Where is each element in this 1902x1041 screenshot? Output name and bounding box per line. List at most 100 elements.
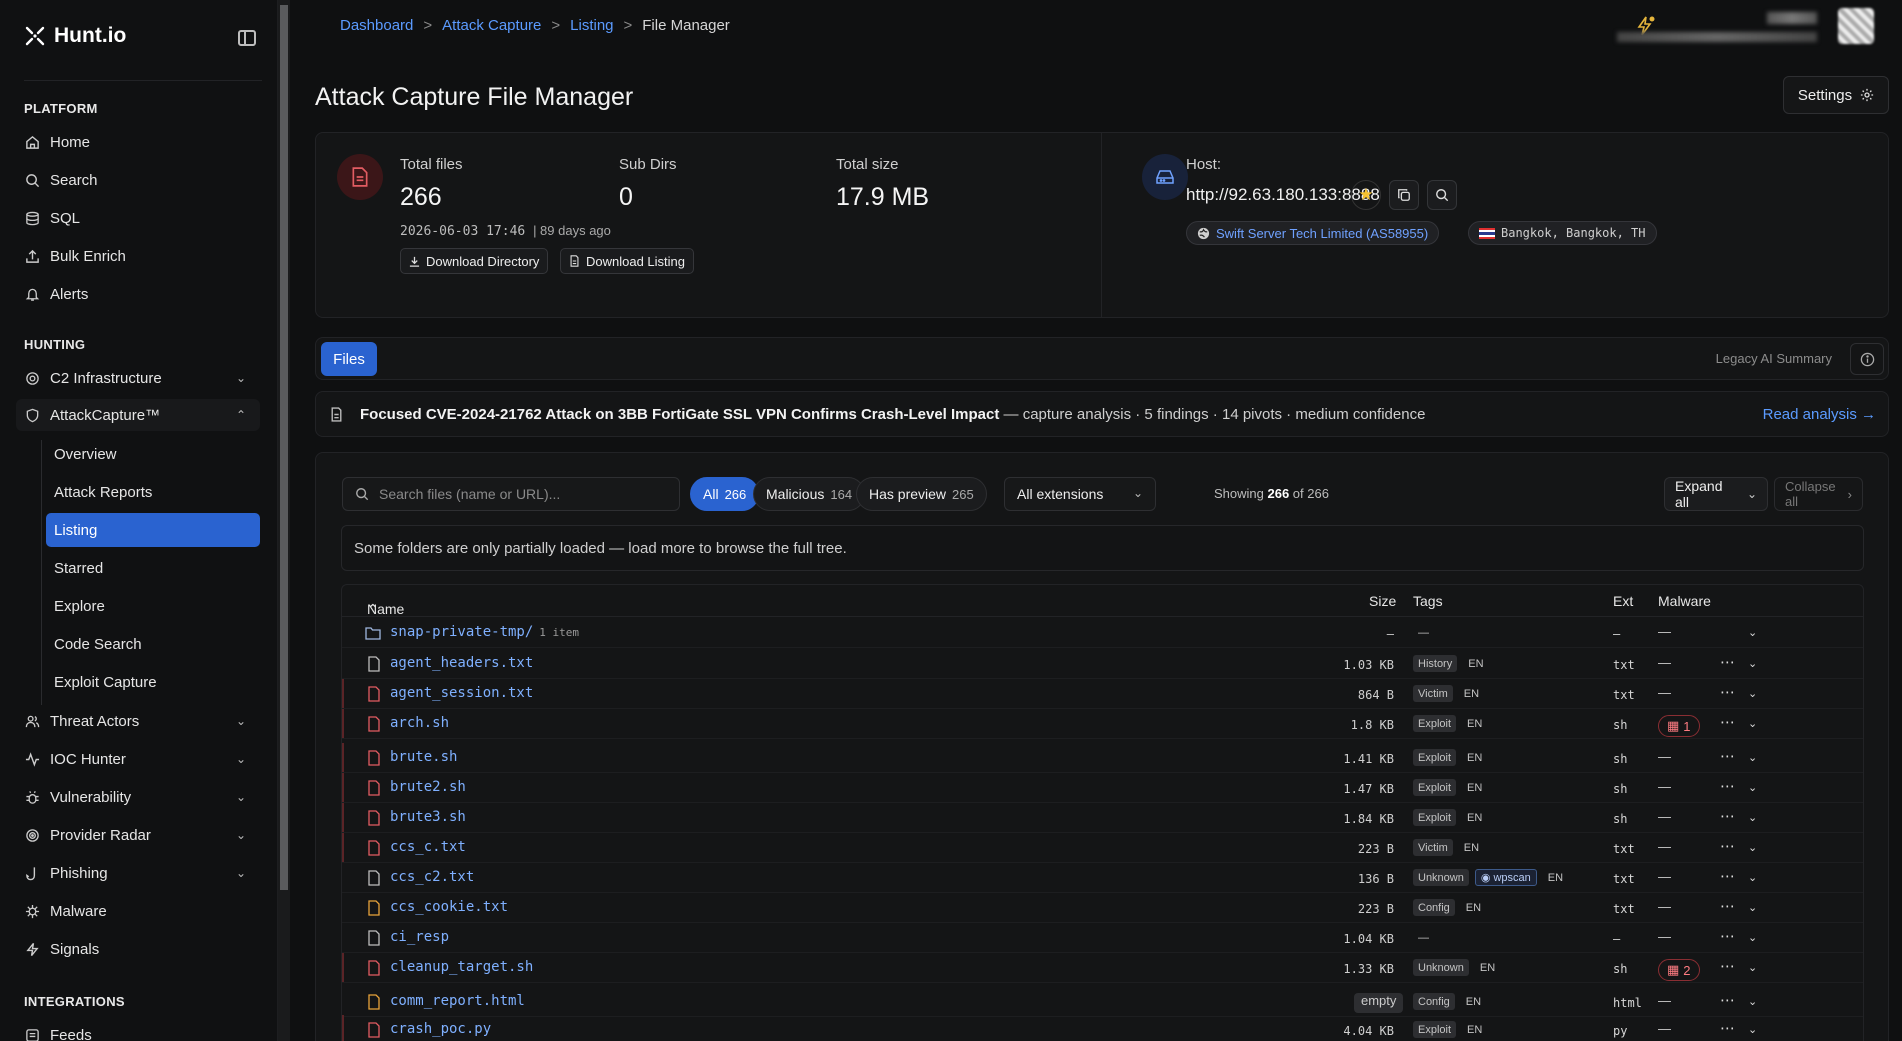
tab-files[interactable]: Files: [321, 342, 377, 376]
download-listing-button[interactable]: Download Listing: [560, 248, 695, 274]
table-row[interactable]: ccs_cookie.txt 223 B Config EN txt — ⋯ ⌄: [342, 893, 1863, 923]
chevron-down-icon[interactable]: ⌄: [1748, 687, 1757, 700]
sidebar-sub-listing[interactable]: Listing: [46, 513, 260, 547]
file-name[interactable]: ci_resp: [390, 929, 449, 945]
more-actions-icon[interactable]: ⋯: [1720, 653, 1736, 671]
table-row[interactable]: ccs_c2.txt 136 B Unknown ◉ wpscan EN txt — ⋯ ⌄: [342, 863, 1863, 893]
table-row[interactable]: agent_session.txt 864 B Victim EN txt — ⋯ ⌄: [342, 679, 1863, 709]
sidebar-sub-code-search[interactable]: Code Search: [54, 627, 260, 661]
chevron-down-icon[interactable]: ⌄: [1748, 657, 1757, 670]
more-actions-icon[interactable]: ⋯: [1720, 777, 1736, 795]
sidebar-item-provider-radar[interactable]: Provider Radar ⌄: [24, 819, 260, 851]
table-row[interactable]: cleanup_target.sh 1.33 KB Unknown EN sh ▦ 2 ⋯ ⌄: [342, 953, 1863, 983]
table-row[interactable]: brute3.sh 1.84 KB Exploit EN sh — ⋯ ⌄: [342, 803, 1863, 833]
asn-badge[interactable]: Swift Server Tech Limited (AS58955): [1186, 221, 1440, 245]
chevron-down-icon[interactable]: ⌄: [1748, 781, 1757, 794]
chevron-down-icon[interactable]: ⌄: [1748, 995, 1757, 1008]
read-analysis-link[interactable]: Read analysis →: [1763, 406, 1876, 423]
table-row[interactable]: crash_poc.py 4.04 KB Exploit EN py — ⋯ ⌄: [342, 1015, 1863, 1041]
analysis-banner[interactable]: Focused CVE-2024-21762 Attack on 3BB For…: [315, 391, 1889, 437]
avatar[interactable]: [1838, 8, 1874, 44]
sidebar-item-vulnerability[interactable]: Vulnerability ⌄: [24, 781, 260, 813]
sidebar-sub-exploit-capture[interactable]: Exploit Capture: [54, 665, 260, 699]
sidebar-item-feeds[interactable]: Feeds: [24, 1019, 260, 1041]
sidebar-item-threat-actors[interactable]: Threat Actors ⌄: [24, 705, 260, 737]
table-row[interactable]: snap-private-tmp/1 item — — — — ⌄: [342, 618, 1863, 648]
breadcrumb-dashboard[interactable]: Dashboard: [340, 17, 413, 34]
sidebar-item-sql[interactable]: SQL: [24, 202, 260, 234]
more-actions-icon[interactable]: ⋯: [1720, 991, 1736, 1009]
sidebar-sub-attack-reports[interactable]: Attack Reports: [54, 475, 260, 509]
search-host-button[interactable]: [1427, 180, 1457, 210]
breadcrumb-listing[interactable]: Listing: [570, 17, 613, 34]
table-row[interactable]: brute2.sh 1.47 KB Exploit EN sh — ⋯ ⌄: [342, 773, 1863, 803]
malware-badge[interactable]: ▦ 1: [1658, 715, 1700, 737]
sidebar-item-phishing[interactable]: Phishing ⌄: [24, 857, 260, 889]
chevron-down-icon[interactable]: ⌄: [1748, 751, 1757, 764]
more-actions-icon[interactable]: ⋯: [1720, 807, 1736, 825]
filter-has-preview[interactable]: Has preview 265: [856, 477, 987, 511]
more-actions-icon[interactable]: ⋯: [1720, 1019, 1736, 1037]
sidebar-item-alerts[interactable]: Alerts: [24, 278, 260, 310]
chevron-down-icon[interactable]: ⌄: [1748, 626, 1757, 639]
sidebar-item-bulk-enrich[interactable]: Bulk Enrich: [24, 240, 260, 272]
filter-malicious[interactable]: Malicious 164: [753, 477, 866, 511]
more-actions-icon[interactable]: ⋯: [1720, 957, 1736, 975]
file-name[interactable]: crash_poc.py: [390, 1021, 491, 1037]
file-name[interactable]: brute.sh: [390, 749, 457, 765]
chevron-down-icon[interactable]: ⌄: [1748, 1023, 1757, 1036]
chevron-down-icon[interactable]: ⌄: [1748, 717, 1757, 730]
file-name[interactable]: agent_headers.txt: [390, 655, 533, 671]
filter-all[interactable]: All 266: [690, 477, 760, 511]
chevron-down-icon[interactable]: ⌄: [1748, 841, 1757, 854]
sidebar-item-search[interactable]: Search: [24, 164, 260, 196]
more-actions-icon[interactable]: ⋯: [1720, 897, 1736, 915]
scrollbar-thumb[interactable]: [280, 5, 288, 890]
sidebar-scrollbar[interactable]: [278, 0, 290, 1041]
sidebar-item-c2-infrastructure[interactable]: C2 Infrastructure ⌄: [24, 362, 260, 394]
chevron-down-icon[interactable]: ⌄: [1748, 931, 1757, 944]
collapse-all-button[interactable]: Collapse all ›: [1774, 477, 1863, 511]
chevron-down-icon[interactable]: ⌄: [1748, 871, 1757, 884]
sidebar-sub-explore[interactable]: Explore: [54, 589, 260, 623]
search-input[interactable]: Search files (name or URL)...: [342, 477, 680, 511]
sidebar-item-attackcapture[interactable]: AttackCapture™ ⌃: [16, 399, 260, 431]
table-row[interactable]: arch.sh 1.8 KB Exploit EN sh ▦ 1 ⋯ ⌄: [342, 709, 1863, 739]
tab-legacy-ai-summary[interactable]: Legacy AI Summary: [1716, 351, 1832, 366]
more-actions-icon[interactable]: ⋯: [1720, 747, 1736, 765]
file-name[interactable]: ccs_c.txt: [390, 839, 466, 855]
info-icon[interactable]: [1850, 343, 1884, 375]
copy-button[interactable]: [1389, 180, 1419, 210]
file-name[interactable]: comm_report.html: [390, 993, 525, 1009]
more-actions-icon[interactable]: ⋯: [1720, 927, 1736, 945]
table-row[interactable]: agent_headers.txt 1.03 KB History EN txt — ⋯ ⌄: [342, 649, 1863, 679]
col-size[interactable]: Size: [1369, 593, 1396, 609]
brand[interactable]: Hunt.io: [24, 24, 126, 48]
table-row[interactable]: ci_resp 1.04 KB — — — ⋯ ⌄: [342, 923, 1863, 953]
expand-all-button[interactable]: Expand all ⌄: [1664, 477, 1768, 511]
more-actions-icon[interactable]: ⋯: [1720, 867, 1736, 885]
sidebar-toggle-icon[interactable]: [238, 30, 256, 46]
file-name[interactable]: snap-private-tmp/1 item: [390, 624, 579, 640]
more-actions-icon[interactable]: ⋯: [1720, 837, 1736, 855]
sidebar-item-home[interactable]: Home: [24, 126, 260, 158]
file-name[interactable]: cleanup_target.sh: [390, 959, 533, 975]
sidebar-sub-starred[interactable]: Starred: [54, 551, 260, 585]
file-name[interactable]: brute3.sh: [390, 809, 466, 825]
sidebar-item-signals[interactable]: Signals: [24, 933, 260, 965]
file-name[interactable]: ccs_cookie.txt: [390, 899, 508, 915]
file-name[interactable]: ccs_c2.txt: [390, 869, 474, 885]
table-row[interactable]: brute.sh 1.41 KB Exploit EN sh — ⋯ ⌄: [342, 743, 1863, 773]
extensions-select[interactable]: All extensions ⌄: [1004, 477, 1156, 511]
sidebar-item-malware[interactable]: Malware: [24, 895, 260, 927]
sidebar-sub-overview[interactable]: Overview: [54, 437, 260, 471]
sidebar-item-ioc-hunter[interactable]: IOC Hunter ⌄: [24, 743, 260, 775]
file-name[interactable]: brute2.sh: [390, 779, 466, 795]
malware-badge[interactable]: ▦ 2: [1658, 959, 1700, 981]
settings-button[interactable]: Settings: [1783, 76, 1889, 114]
download-directory-button[interactable]: Download Directory: [400, 248, 549, 274]
chevron-down-icon[interactable]: ⌄: [1748, 901, 1757, 914]
file-name[interactable]: arch.sh: [390, 715, 449, 731]
chevron-down-icon[interactable]: ⌄: [1748, 811, 1757, 824]
star-icon[interactable]: ★: [1351, 180, 1381, 210]
